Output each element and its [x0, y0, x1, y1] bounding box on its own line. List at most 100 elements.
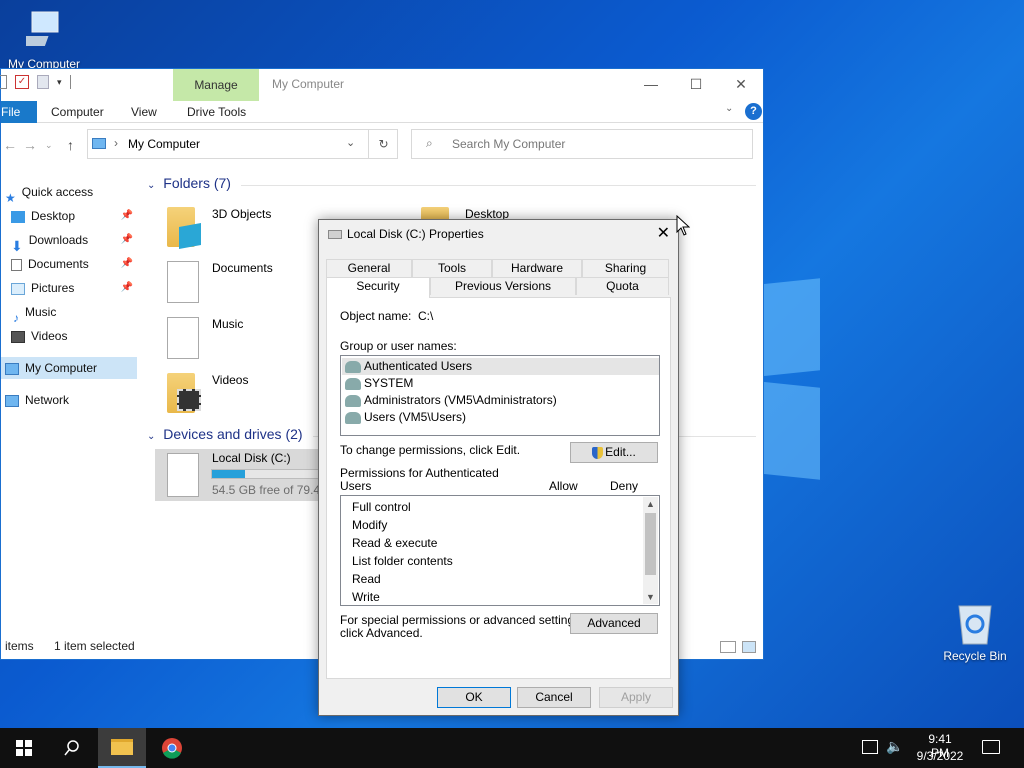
help-icon[interactable]: ? [745, 103, 762, 120]
edit-button[interactable]: Edit... [570, 442, 658, 463]
folder-music[interactable]: Music [165, 315, 315, 363]
computer-icon [92, 138, 106, 149]
list-item[interactable]: Administrators (VM5\Administrators) [345, 392, 557, 409]
ok-button[interactable]: OK [437, 687, 511, 708]
volume-icon[interactable]: 🔈 [886, 738, 903, 755]
notifications-icon[interactable] [982, 740, 1000, 754]
tab-security[interactable]: Security [326, 277, 430, 298]
sidebar-item-my-computer[interactable]: My Computer [1, 357, 137, 379]
permission-row: Modify [352, 518, 388, 532]
taskbar-file-explorer[interactable] [98, 728, 146, 768]
folders-section-header[interactable]: ⌄ Folders (7) [147, 175, 231, 191]
sidebar-item-label: Music [25, 305, 57, 319]
address-bar[interactable]: › My Computer ⌄ ↻ [87, 129, 398, 159]
apply-button[interactable]: Apply [599, 687, 673, 708]
pin-icon[interactable]: 📌 [121, 277, 133, 299]
scroll-thumb[interactable] [645, 513, 656, 575]
list-item[interactable]: Users (VM5\Users) [345, 409, 466, 426]
details-view-icon[interactable] [720, 641, 736, 653]
customize-dropdown-icon[interactable]: ▾ [57, 77, 62, 88]
drive-local-disk-c[interactable]: Local Disk (C:) 54.5 GB free of 79.4 G [155, 449, 322, 501]
list-item[interactable]: SYSTEM [345, 375, 413, 392]
sidebar-item-quick-access[interactable]: ★ Quick access [1, 181, 137, 205]
folder-3d-objects[interactable]: 3D Objects [165, 205, 315, 253]
checkmark-icon[interactable]: ✓ [15, 75, 29, 89]
folder-documents[interactable]: Documents [165, 259, 315, 307]
sidebar-item-label: Downloads [28, 233, 89, 247]
up-arrow-icon[interactable]: ↑ [67, 137, 74, 153]
special-permissions-text-1: For special permissions or advanced sett… [340, 613, 584, 627]
pin-icon[interactable]: 📌 [121, 253, 133, 275]
dialog-close-button[interactable]: ✕ [657, 223, 670, 243]
document-icon [167, 261, 199, 303]
new-folder-icon[interactable] [37, 75, 49, 89]
permissions-list[interactable]: Full control Modify Read & execute List … [340, 495, 660, 606]
tab-quota[interactable]: Quota [576, 277, 669, 295]
forward-arrow-icon[interactable]: → [23, 137, 37, 153]
windows-icon [16, 740, 32, 756]
change-permissions-text: To change permissions, click Edit. [340, 443, 521, 457]
cancel-button[interactable]: Cancel [517, 687, 591, 708]
sidebar-item-desktop[interactable]: Desktop 📌 [1, 205, 137, 227]
close-button[interactable]: ✕ [721, 73, 761, 95]
sidebar-item-label: Desktop [31, 209, 76, 223]
tab-sharing[interactable]: Sharing [582, 259, 669, 277]
sidebar-item-label: Videos [31, 329, 68, 343]
pin-icon[interactable]: 📌 [121, 229, 133, 251]
taskbar-chrome[interactable] [148, 728, 196, 768]
tab-drive-tools[interactable]: Drive Tools [187, 101, 246, 123]
scroll-up-icon[interactable]: ▲ [643, 497, 658, 511]
network-tray-icon[interactable] [862, 740, 878, 754]
refresh-icon[interactable]: ↻ [368, 130, 398, 158]
desktop-my-computer-icon[interactable]: My Computer [4, 10, 84, 71]
sidebar-item-network[interactable]: Network [1, 389, 137, 411]
permissions-scrollbar[interactable]: ▲ ▼ [643, 497, 658, 604]
tab-hardware[interactable]: Hardware [492, 259, 582, 277]
maximize-button[interactable]: ☐ [676, 73, 716, 95]
tab-general[interactable]: General [326, 259, 412, 277]
manage-tab[interactable]: Manage [173, 69, 259, 101]
address-dropdown-icon[interactable]: ⌄ [346, 136, 355, 149]
sidebar-item-videos[interactable]: Videos [1, 325, 137, 347]
ribbon-expand-icon[interactable]: ⌄ [725, 103, 733, 114]
star-icon: ★ [5, 190, 16, 205]
back-arrow-icon[interactable]: ← [3, 137, 17, 153]
advanced-button[interactable]: Advanced [570, 613, 658, 634]
search-box[interactable]: ⌕ Search My Computer [411, 129, 753, 159]
sidebar-item-pictures[interactable]: Pictures 📌 [1, 277, 137, 299]
scroll-down-icon[interactable]: ▼ [643, 590, 658, 604]
tab-computer[interactable]: Computer [51, 101, 104, 123]
tab-file[interactable]: File [1, 101, 37, 123]
pin-icon[interactable]: 📌 [121, 205, 133, 227]
special-permissions-text-2: click Advanced. [340, 626, 423, 640]
search-button[interactable] [48, 728, 96, 768]
sidebar-item-documents[interactable]: Documents 📌 [1, 253, 137, 275]
search-icon: ⌕ [426, 136, 433, 150]
permission-row: Full control [352, 500, 411, 514]
clock-date[interactable]: 9/3/2022 [910, 749, 970, 763]
navigation-pane: ★ Quick access Desktop 📌 ⬇ Downloads 📌 Docum… [1, 169, 137, 639]
properties-icon[interactable] [0, 75, 7, 89]
sidebar-item-downloads[interactable]: ⬇ Downloads 📌 [1, 229, 137, 254]
sidebar-item-label: Pictures [31, 281, 75, 295]
tab-previous-versions[interactable]: Previous Versions [430, 277, 576, 295]
recycle-bin[interactable]: Recycle Bin [940, 600, 1010, 663]
tab-row-1: General Tools Hardware Sharing [326, 259, 669, 277]
desktop-icon [11, 210, 25, 223]
user-name: Authenticated Users [364, 359, 473, 373]
start-button[interactable] [0, 728, 48, 768]
drives-section-header[interactable]: ⌄ Devices and drives (2) [147, 426, 303, 442]
mouse-cursor-icon [676, 215, 690, 236]
tab-tools[interactable]: Tools [412, 259, 492, 277]
user-list[interactable]: Authenticated Users SYSTEM Administrator… [340, 355, 660, 436]
recycle-bin-icon [958, 605, 992, 645]
minimize-button[interactable]: — [631, 73, 671, 95]
large-icons-view-icon[interactable] [742, 641, 756, 653]
explorer-titlebar: ✓ ▾ Manage My Computer — ☐ ✕ [0, 69, 763, 101]
tab-view[interactable]: View [131, 101, 157, 123]
list-item[interactable]: Authenticated Users [342, 358, 659, 375]
folder-videos[interactable]: Videos [165, 371, 315, 419]
sidebar-item-music[interactable]: ♪ Music [1, 301, 137, 325]
recent-dropdown-icon[interactable]: ⌄ [45, 140, 53, 151]
pictures-icon [11, 282, 25, 295]
